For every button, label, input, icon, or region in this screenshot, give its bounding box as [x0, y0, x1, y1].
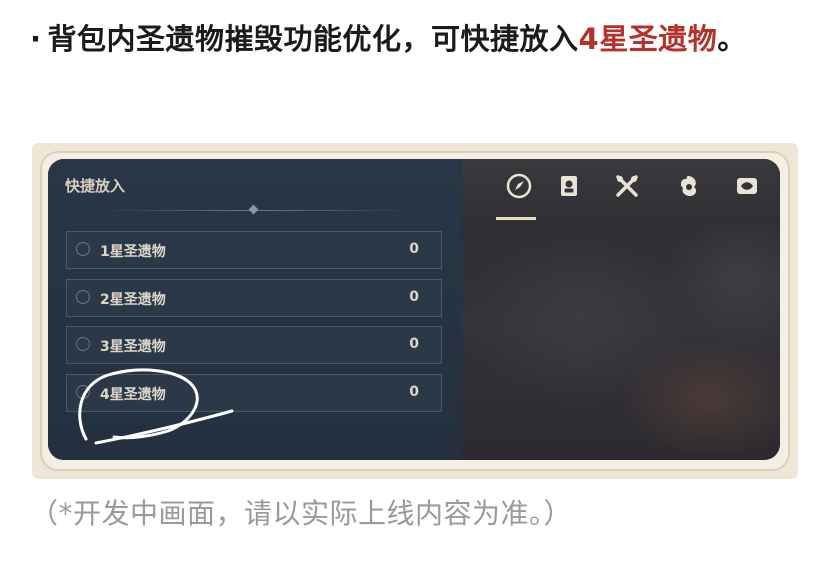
flower-swirl-icon[interactable]: [676, 173, 702, 199]
game-screenshot: 快捷放入 1星圣遗物 0 2星圣遗物 0 3星圣遗物 0 4星圣遗物 0: [48, 159, 780, 460]
option-label: 3星圣遗物: [100, 339, 166, 355]
headline-end: 。: [717, 22, 747, 56]
active-tab-indicator: [496, 217, 536, 220]
headline-text: 背包内圣遗物摧毁功能优化，可快捷放入: [47, 22, 579, 56]
headline: · 背包内圣遗物摧毁功能优化，可快捷放入4星圣遗物。: [30, 14, 800, 64]
option-count: 0: [409, 289, 419, 305]
rarity-option-4star[interactable]: 4星圣遗物 0: [66, 374, 442, 412]
option-count: 0: [409, 241, 419, 257]
headline-bullet: ·: [30, 22, 42, 56]
inventory-tab-bar: [460, 159, 780, 221]
rarity-option-2star[interactable]: 2星圣遗物 0: [66, 279, 442, 317]
option-label: 2星圣遗物: [100, 292, 166, 308]
compass-icon[interactable]: [506, 173, 532, 199]
option-count: 0: [409, 384, 419, 400]
option-label: 4星圣遗物: [100, 387, 166, 403]
quick-add-panel: 快捷放入 1星圣遗物 0 2星圣遗物 0 3星圣遗物 0 4星圣遗物 0: [48, 159, 462, 460]
radio-button[interactable]: [76, 290, 90, 304]
crossed-utensils-icon[interactable]: [614, 173, 640, 199]
radio-button[interactable]: [76, 242, 90, 256]
option-label: 1星圣遗物: [100, 244, 166, 260]
character-card-icon[interactable]: [556, 173, 582, 199]
divider-ornament: [248, 204, 259, 215]
panel-title: 快捷放入: [65, 177, 126, 195]
headline-accent: 4星圣遗物: [578, 22, 718, 56]
material-scroll-icon[interactable]: [734, 173, 760, 199]
rarity-option-1star[interactable]: 1星圣遗物 0: [66, 231, 442, 269]
option-count: 0: [409, 336, 419, 352]
radio-button[interactable]: [76, 337, 90, 351]
rarity-option-3star[interactable]: 3星圣遗物 0: [66, 326, 442, 364]
caption: （*开发中画面，请以实际上线内容为准。）: [30, 497, 573, 530]
radio-button[interactable]: [76, 385, 90, 399]
